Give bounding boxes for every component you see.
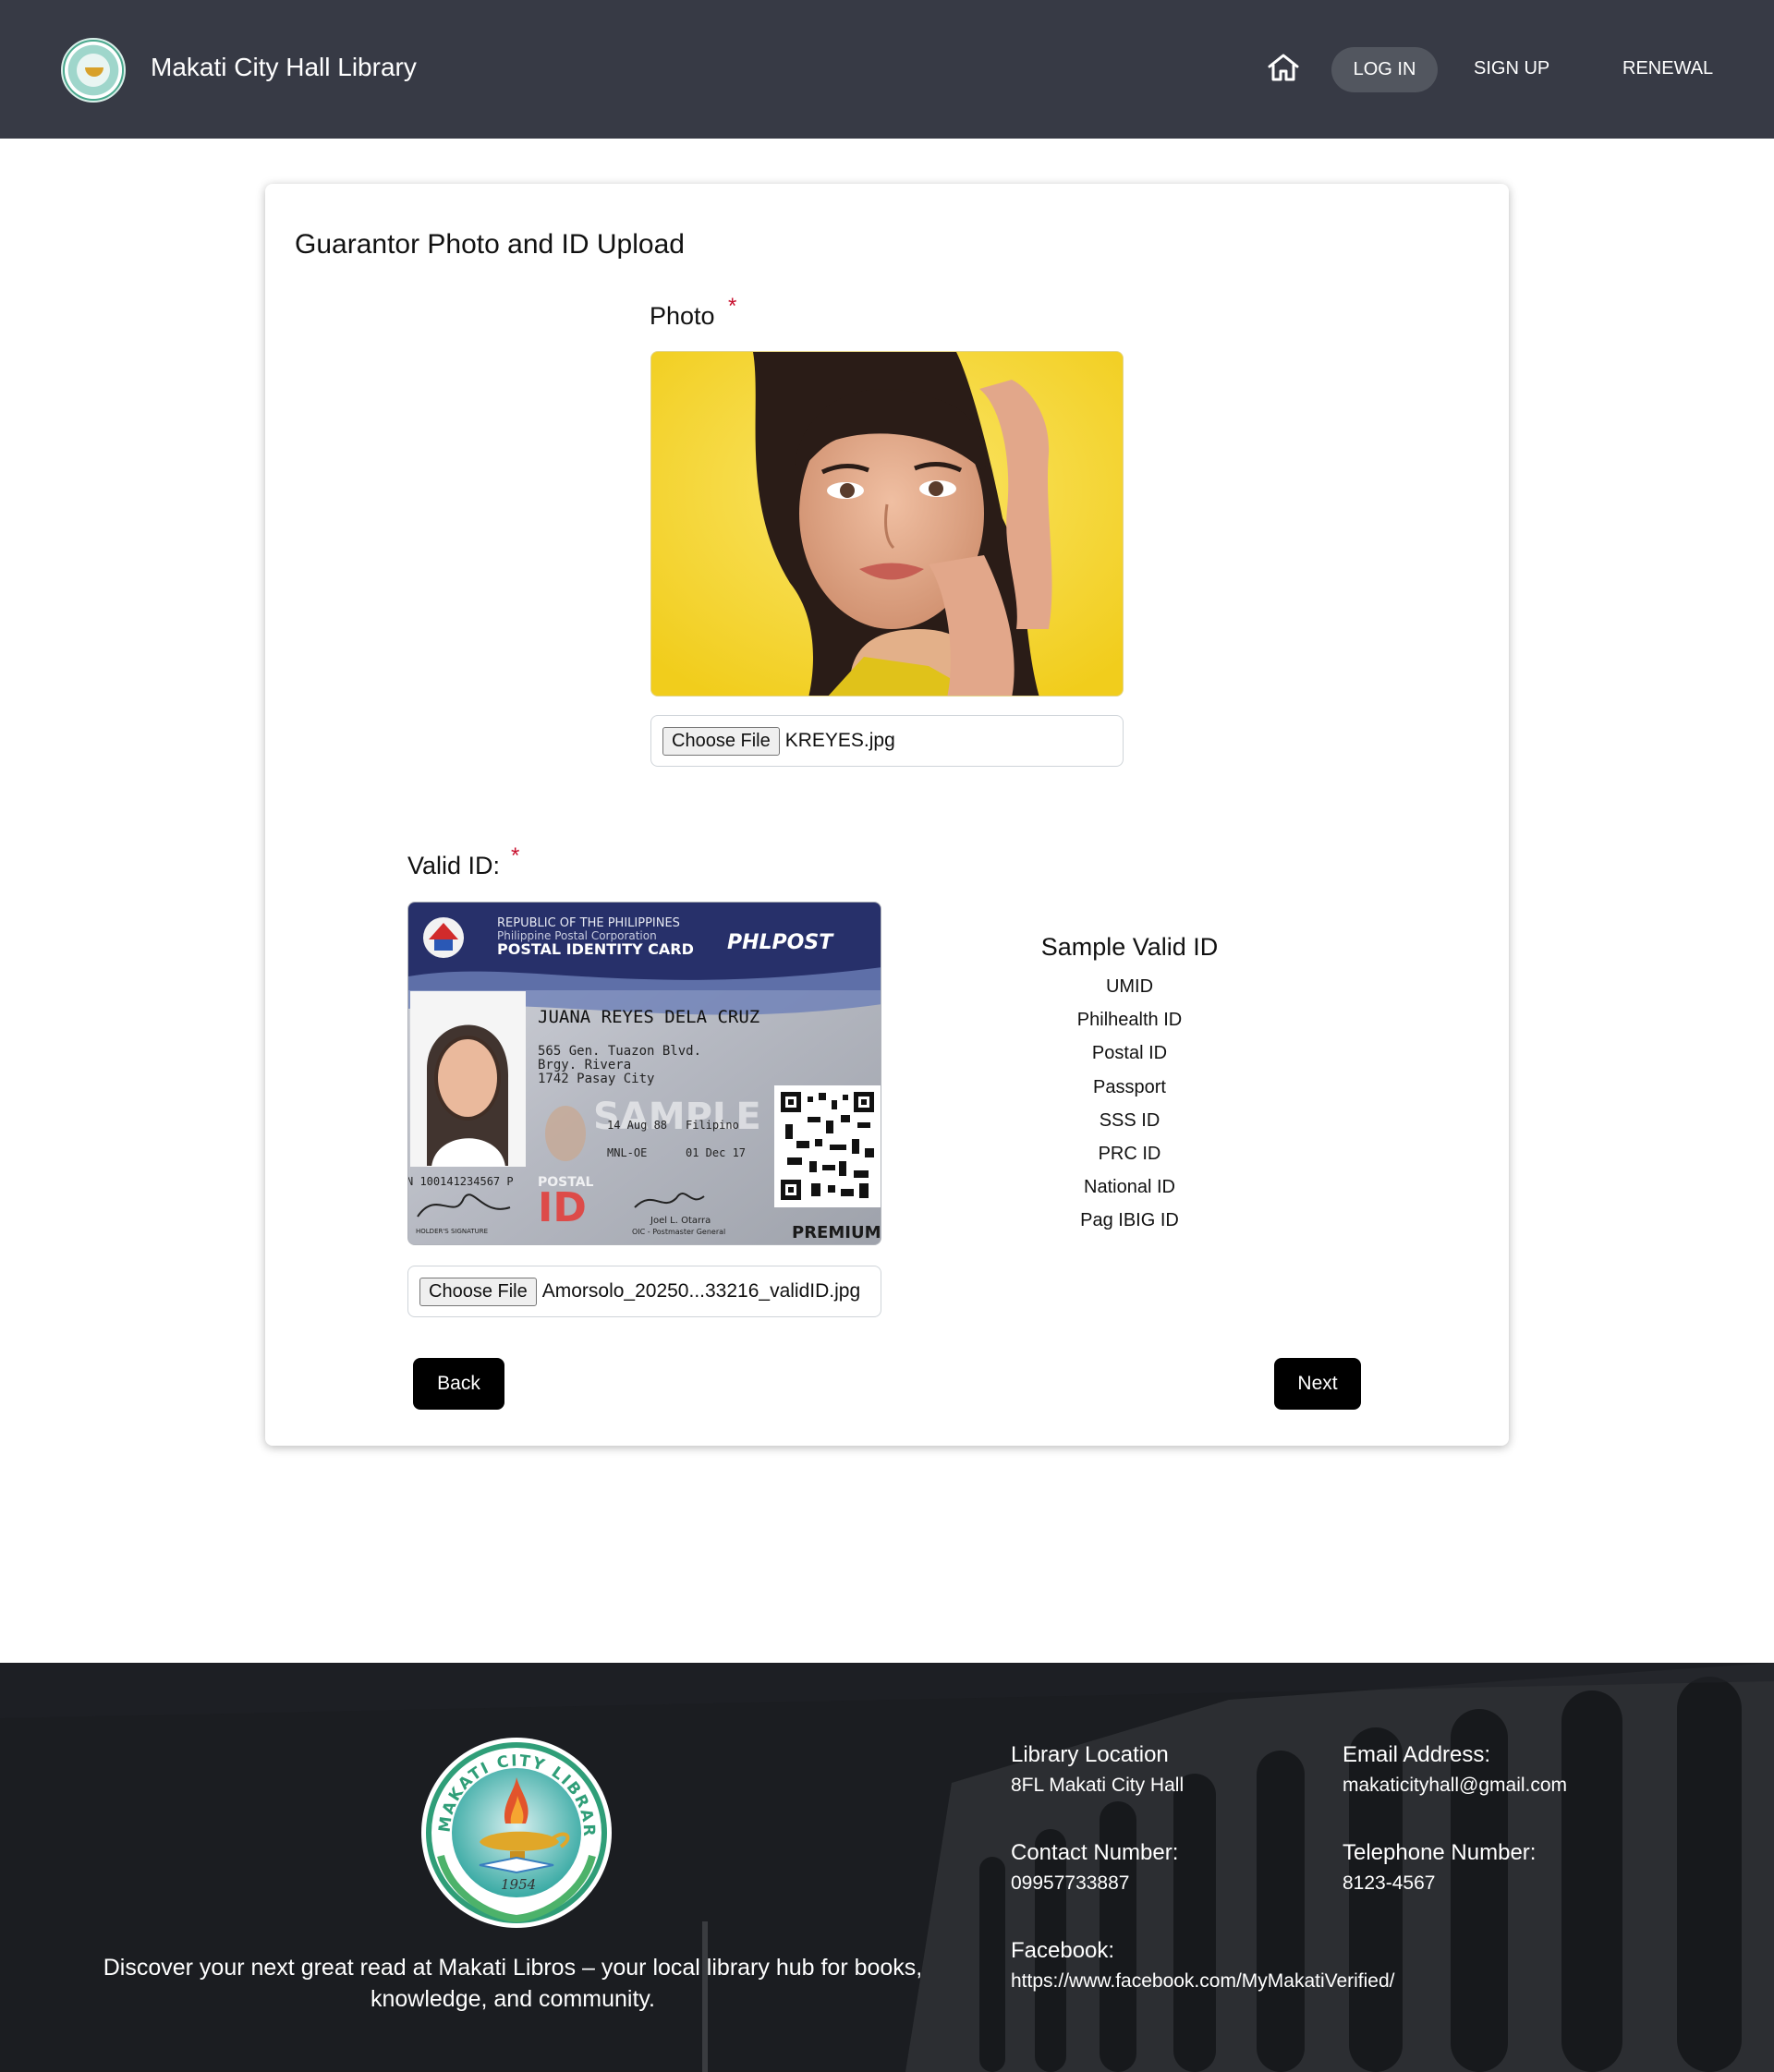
sample-id-item: Philhealth ID [1076,1010,1183,1031]
id-address-line2: Brgy. Rivera [538,1058,631,1072]
valid-id-preview: REPUBLIC OF THE PHILIPPINES Philippine P… [407,902,881,1245]
nav-renewal-link[interactable]: RENEWAL [1622,58,1713,79]
valid-id-file-name: Amorsolo_20250...33216_validID.jpg [541,1280,861,1302]
id-birth-date: 14 Aug 88 [607,1119,667,1132]
top-navbar: Makati City Hall Library LOG IN SIGN UP … [0,0,1774,139]
footer-library-seal: MAKATI CITY LIBRARY 1954 [413,1736,612,1928]
footer-facebook-label: Facebook: [1011,1938,1115,1963]
nav-login-button[interactable]: LOG IN [1331,47,1438,92]
footer-location-label: Library Location [1011,1742,1169,1767]
id-signer-name: Joel L. Otarra [650,1216,711,1226]
id-republic-text: REPUBLIC OF THE PHILIPPINES [497,916,680,930]
sample-valid-id-list: UMID Philhealth ID Postal ID Passport SS… [1035,974,1224,1242]
site-title[interactable]: Makati City Hall Library [151,53,417,82]
sample-id-item: National ID [1084,1177,1175,1198]
id-address-line1: 565 Gen. Tuazon Blvd. [538,1044,701,1059]
id-prn: N 100141234567 P [408,1175,514,1188]
id-address-line3: 1742 Pasay City [538,1072,654,1086]
photo-required-mark: * [728,294,737,319]
id-office: MNL-OE [607,1146,647,1159]
footer-email-value[interactable]: makaticityhall@gmail.com [1343,1775,1567,1797]
id-signer-title: OIC - Postmaster General [632,1228,725,1236]
photo-preview-image [651,352,1123,696]
library-logo[interactable] [61,38,126,103]
photo-file-input[interactable]: Choose File KREYES.jpg [650,715,1124,767]
id-premium-text: PREMIUM [792,1223,881,1242]
valid-id-card-image: REPUBLIC OF THE PHILIPPINES Philippine P… [408,903,881,1244]
photo-label: Photo [650,302,715,330]
id-nationality: Filipino [686,1119,739,1132]
footer-location-value: 8FL Makati City Hall [1011,1775,1185,1796]
footer-contact-label: Contact Number: [1011,1840,1179,1865]
id-id-text: ID [538,1184,587,1231]
footer-telephone-value: 8123-4567 [1343,1872,1436,1894]
valid-id-required-mark: * [511,843,520,868]
id-holder-name: JUANA REYES DELA CRUZ [538,1007,759,1027]
footer-facebook-link[interactable]: https://www.facebook.com/MyMakatiVerifie… [1011,1970,1395,1993]
id-holder-signature-label: HOLDER'S SIGNATURE [416,1228,488,1235]
valid-id-label: Valid ID: [407,852,501,879]
sample-id-item: Postal ID [1091,1043,1168,1064]
form-title: Guarantor Photo and ID Upload [295,229,685,260]
sample-valid-id-title: Sample Valid ID [1040,933,1219,961]
photo-choose-file-button[interactable]: Choose File [662,726,780,756]
sample-id-item: Pag IBIG ID [1080,1210,1179,1231]
next-button[interactable]: Next [1274,1358,1361,1410]
id-valid-until: 01 Dec 17 [686,1146,746,1159]
id-brand-text: PHLPOST [727,931,834,954]
footer-contact-value: 09957733887 [1011,1872,1130,1894]
sample-id-item: PRC ID [1098,1143,1161,1164]
valid-id-file-input[interactable]: Choose File Amorsolo_20250...33216_valid… [407,1266,881,1317]
valid-id-choose-file-button[interactable]: Choose File [419,1277,537,1306]
nav-signup-link[interactable]: SIGN UP [1474,58,1549,79]
footer-tagline: Discover your next great read at Makati … [103,1955,923,2012]
back-button[interactable]: Back [413,1358,504,1410]
photo-preview [650,351,1124,697]
seal-year: 1954 [501,1876,536,1893]
sample-id-item: SSS ID [1099,1109,1160,1131]
sample-id-item: UMID [1105,976,1154,997]
home-icon[interactable] [1267,53,1300,82]
id-sample-watermark: SAMPLE [593,1096,761,1138]
photo-file-name: KREYES.jpg [784,730,895,751]
footer-email-label: Email Address: [1343,1742,1491,1767]
sample-id-item: Passport [1093,1076,1166,1097]
footer-telephone-label: Telephone Number: [1343,1840,1537,1865]
id-card-type-text: POSTAL IDENTITY CARD [497,940,694,958]
